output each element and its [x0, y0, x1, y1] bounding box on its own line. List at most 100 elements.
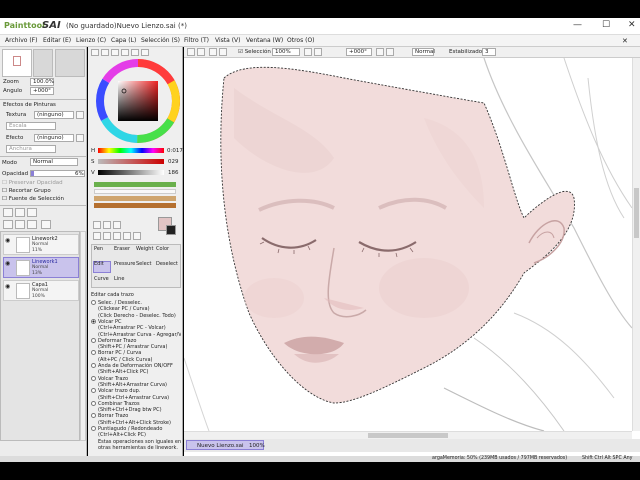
curve-tool[interactable]: Curve — [94, 276, 109, 282]
tool-option-radio[interactable]: Anda de Deformación ON/OFF — [91, 363, 173, 369]
eraser-tool[interactable]: Eraser — [114, 246, 130, 252]
layer-item-linework1[interactable]: ◉ Linework1 Normal 13% — [3, 257, 79, 278]
color-swatch-brown[interactable] — [94, 203, 176, 208]
hsv-tab[interactable] — [111, 49, 119, 56]
tool-option-radio[interactable]: Borrar Trazo — [91, 413, 128, 419]
color-swatch-green[interactable] — [94, 182, 176, 187]
layer-item-linework2[interactable]: ◉ Linework2 Normal 11% — [3, 234, 79, 255]
canvas-angle-field[interactable]: +000° — [346, 48, 372, 56]
merge-down-button[interactable] — [15, 220, 25, 229]
new-folder-button[interactable] — [27, 208, 37, 217]
rotate-left-button[interactable] — [376, 48, 384, 56]
zoom-out-button[interactable] — [304, 48, 312, 56]
mixer-tab[interactable] — [121, 49, 129, 56]
clear-layer-button[interactable] — [27, 220, 37, 229]
color-wheel-tab[interactable] — [91, 49, 99, 56]
maximize-button[interactable]: ☐ — [602, 20, 610, 30]
radio-icon[interactable] — [91, 375, 96, 381]
radio-icon[interactable] — [91, 413, 96, 419]
tool-option-radio[interactable]: Puntiagudo / Redondeado — [91, 426, 162, 432]
effect-select[interactable]: (ninguno) — [34, 134, 74, 142]
color-wheel[interactable] — [96, 59, 180, 143]
selection-source-check[interactable]: ☐ Fuente de Selección — [2, 196, 64, 202]
eyedropper-tool[interactable] — [133, 232, 141, 240]
pen-tool[interactable]: Pen — [94, 246, 103, 252]
radio-icon[interactable] — [91, 388, 96, 394]
h-slider[interactable] — [98, 148, 164, 153]
tool-option-radio[interactable]: Volcar PC — [91, 318, 121, 325]
menu-vista[interactable]: Vista (V) — [215, 37, 241, 44]
canvas-mode-select[interactable]: Normal — [412, 48, 435, 56]
texture-button[interactable] — [76, 111, 84, 119]
delete-layer-button[interactable] — [41, 220, 51, 229]
color-tool[interactable]: Color — [156, 246, 169, 252]
tab-nuevo-lienzo[interactable]: Nuevo Lienzo.sai 100% — [186, 440, 265, 450]
tool-option-radio[interactable]: Volcar trazo dup. — [91, 388, 140, 394]
menu-otros[interactable]: Otros (O) — [287, 37, 315, 44]
color-swatch-white[interactable] — [94, 189, 176, 194]
angle-field[interactable]: +000° — [30, 87, 54, 95]
menu-ventana[interactable]: Ventana (W) — [246, 37, 283, 44]
v-slider[interactable] — [98, 170, 164, 175]
magic-wand-tool[interactable] — [113, 221, 121, 229]
tool-option-radio[interactable]: Deformar Trazo — [91, 337, 136, 344]
stabilizer-field[interactable]: 3 — [482, 48, 496, 56]
radio-icon[interactable] — [91, 318, 96, 324]
close-button[interactable]: ✕ — [628, 20, 636, 30]
eye-icon[interactable]: ◉ — [5, 283, 15, 291]
preserve-opacity-check[interactable]: ☐ Preservar Opacidad — [2, 180, 63, 186]
radio-icon[interactable] — [91, 300, 96, 305]
tool-option-radio[interactable]: Borrar PC / Curva — [91, 350, 141, 356]
horizontal-scrollbar[interactable] — [184, 431, 632, 439]
move-tool[interactable] — [93, 232, 101, 240]
menu-archivo[interactable]: Archivo (F) — [5, 37, 37, 44]
scratchpad-tab[interactable] — [141, 49, 149, 56]
rotate-tool[interactable] — [113, 232, 121, 240]
zoom-tool[interactable] — [103, 232, 111, 240]
radio-icon[interactable] — [91, 350, 96, 356]
radio-icon[interactable] — [91, 400, 96, 406]
zoom-field[interactable]: 100.0% — [30, 78, 54, 86]
new-linework-button[interactable] — [15, 208, 25, 217]
invert-selection-button[interactable] — [219, 48, 227, 56]
weight-tool[interactable]: Weight — [136, 246, 153, 252]
rgb-tab[interactable] — [101, 49, 109, 56]
deselect-button[interactable] — [209, 48, 217, 56]
menu-editar[interactable]: Editar (E) — [43, 37, 71, 44]
radio-icon[interactable] — [91, 337, 96, 343]
eye-icon[interactable]: ◉ — [5, 237, 15, 245]
rotate-right-button[interactable] — [386, 48, 394, 56]
new-layer-button[interactable] — [3, 208, 13, 217]
select-tool[interactable]: Select — [136, 261, 151, 267]
secondary-color[interactable] — [166, 225, 176, 235]
menu-capa[interactable]: Capa (L) — [111, 37, 136, 44]
menu-filtro[interactable]: Filtro (T) — [184, 37, 209, 44]
navigator-preview[interactable] — [2, 49, 32, 77]
line-tool[interactable]: Line — [114, 276, 124, 282]
transfer-down-button[interactable] — [3, 220, 13, 229]
close-icon[interactable]: ✕ — [622, 37, 628, 45]
deselect-tool[interactable]: Deselect — [156, 261, 178, 267]
menu-lienzo[interactable]: Lienzo (C) — [76, 37, 106, 44]
swatch-tab[interactable] — [131, 49, 139, 56]
texture-select[interactable]: (ninguno) — [34, 111, 74, 119]
drawing-canvas[interactable] — [184, 58, 632, 431]
canvas-zoom-field[interactable]: 100% — [272, 48, 300, 56]
selection-tool[interactable] — [93, 221, 101, 229]
tool-option-radio[interactable]: Combinar Trazos — [91, 400, 140, 407]
menu-seleccion[interactable]: Selección (S) — [141, 37, 180, 44]
selection-toggle[interactable]: ☑ Selección — [238, 49, 271, 55]
vertical-scroll-thumb[interactable] — [634, 188, 639, 238]
radio-icon[interactable] — [91, 363, 96, 368]
s-slider[interactable] — [98, 159, 164, 164]
tool-option-radio[interactable]: Selec. / Desselec. — [91, 300, 142, 306]
undo-button[interactable] — [187, 48, 195, 56]
radio-icon[interactable] — [91, 426, 96, 431]
eye-icon[interactable]: ◉ — [5, 260, 15, 268]
vertical-scrollbar[interactable] — [632, 58, 640, 431]
clip-group-check[interactable]: ☐ Recortar Grupo — [2, 188, 51, 194]
tool-option-radio[interactable]: Volcar Trazo — [91, 375, 128, 382]
redo-button[interactable] — [197, 48, 205, 56]
edit-tool[interactable]: Edit — [94, 261, 104, 267]
effect-button[interactable] — [76, 134, 84, 142]
